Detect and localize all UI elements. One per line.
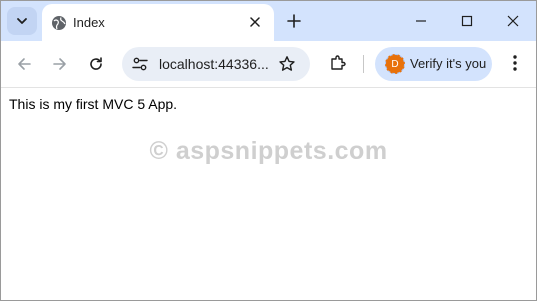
chevron-down-icon [17, 18, 27, 24]
maximize-icon [461, 15, 473, 27]
new-tab-button[interactable] [283, 10, 305, 32]
page-body-text: This is my first MVC 5 App. [9, 96, 178, 112]
profile-button[interactable]: D Verify it's you [375, 47, 492, 81]
arrow-right-icon [53, 58, 66, 70]
reload-button[interactable] [84, 52, 108, 76]
minimize-icon [416, 20, 426, 22]
tab-title: Index [73, 15, 105, 30]
tab-close-button[interactable] [246, 13, 264, 31]
browser-window: Index localhost:44336... D Verify it's y… [0, 0, 537, 301]
extensions-button[interactable] [327, 52, 349, 74]
close-icon [250, 17, 260, 27]
close-icon [507, 15, 519, 27]
avatar: D [385, 54, 405, 74]
maximize-button[interactable] [444, 1, 490, 41]
minimize-button[interactable] [398, 1, 444, 41]
page-content: This is my first MVC 5 App. © aspsnippet… [1, 88, 536, 300]
profile-label: Verify it's you [410, 56, 487, 71]
tab-strip: Index [1, 1, 536, 41]
globe-icon [52, 16, 66, 30]
tab-search-button[interactable] [7, 7, 37, 35]
watermark: © aspsnippets.com [149, 137, 388, 165]
tab-index[interactable]: Index [42, 4, 274, 41]
toolbar: localhost:44336... D Verify it's you [1, 41, 536, 88]
bookmark-star-icon[interactable] [278, 55, 296, 73]
arrow-left-icon [18, 58, 31, 70]
window-close-button[interactable] [490, 1, 536, 41]
plus-icon [287, 14, 301, 28]
menu-button[interactable] [504, 52, 526, 74]
kebab-menu-icon [513, 55, 517, 71]
site-settings-icon[interactable] [132, 56, 148, 72]
address-bar[interactable]: localhost:44336... [122, 47, 310, 81]
back-button[interactable] [12, 52, 36, 76]
reload-icon [90, 57, 102, 70]
forward-button[interactable] [48, 52, 72, 76]
toolbar-divider [363, 55, 364, 73]
url-text[interactable]: localhost:44336... [159, 56, 269, 72]
puzzle-icon [331, 55, 346, 70]
